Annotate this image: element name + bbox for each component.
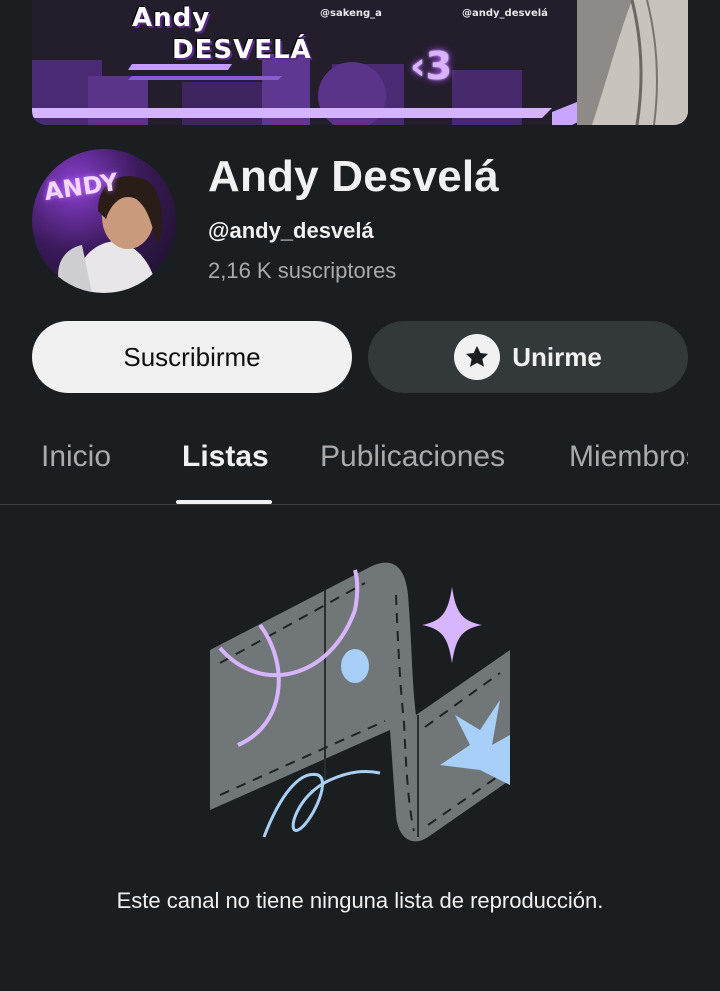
tabs-edge-mask: [688, 412, 720, 504]
banner-handle-left: @sakeng_a: [320, 8, 382, 19]
tab-listas[interactable]: Listas: [182, 440, 269, 474]
channel-page: Andy DESVELÁ @sakeng_a @andy_desvelá ‹3 …: [0, 0, 720, 991]
join-button[interactable]: Unirme: [368, 321, 688, 393]
subscribe-button-label: Suscribirme: [123, 341, 261, 372]
channel-banner: Andy DESVELÁ @sakeng_a @andy_desvelá ‹3: [32, 0, 688, 125]
banner-title-line2: DESVELÁ: [172, 35, 312, 65]
subscriber-count: 2,16 K suscriptores: [208, 258, 397, 283]
banner-title: Andy DESVELÁ: [132, 2, 312, 66]
tab-inicio[interactable]: Inicio: [41, 440, 111, 474]
banner-heart-text: ‹3: [410, 44, 453, 88]
tab-publicaciones[interactable]: Publicaciones: [320, 440, 505, 474]
tabs-divider: [0, 504, 720, 505]
channel-name: Andy Desvelá: [208, 152, 499, 201]
tab-miembros[interactable]: Miembros: [569, 440, 701, 474]
empty-playlist-illustration: [210, 562, 510, 842]
channel-tabs: Inicio Listas Publicaciones Miembros: [0, 412, 720, 504]
banner-handle-right: @andy_desvelá: [462, 8, 548, 19]
subscribe-button[interactable]: Suscribirme: [32, 321, 352, 393]
channel-handle: @andy_desvelá: [208, 218, 374, 243]
channel-avatar[interactable]: ANDY: [32, 149, 176, 293]
banner-title-line1: Andy: [132, 3, 211, 33]
star-icon: [454, 334, 501, 380]
join-button-label: Unirme: [512, 341, 602, 372]
empty-state-message: Este canal no tiene ninguna lista de rep…: [116, 888, 604, 913]
